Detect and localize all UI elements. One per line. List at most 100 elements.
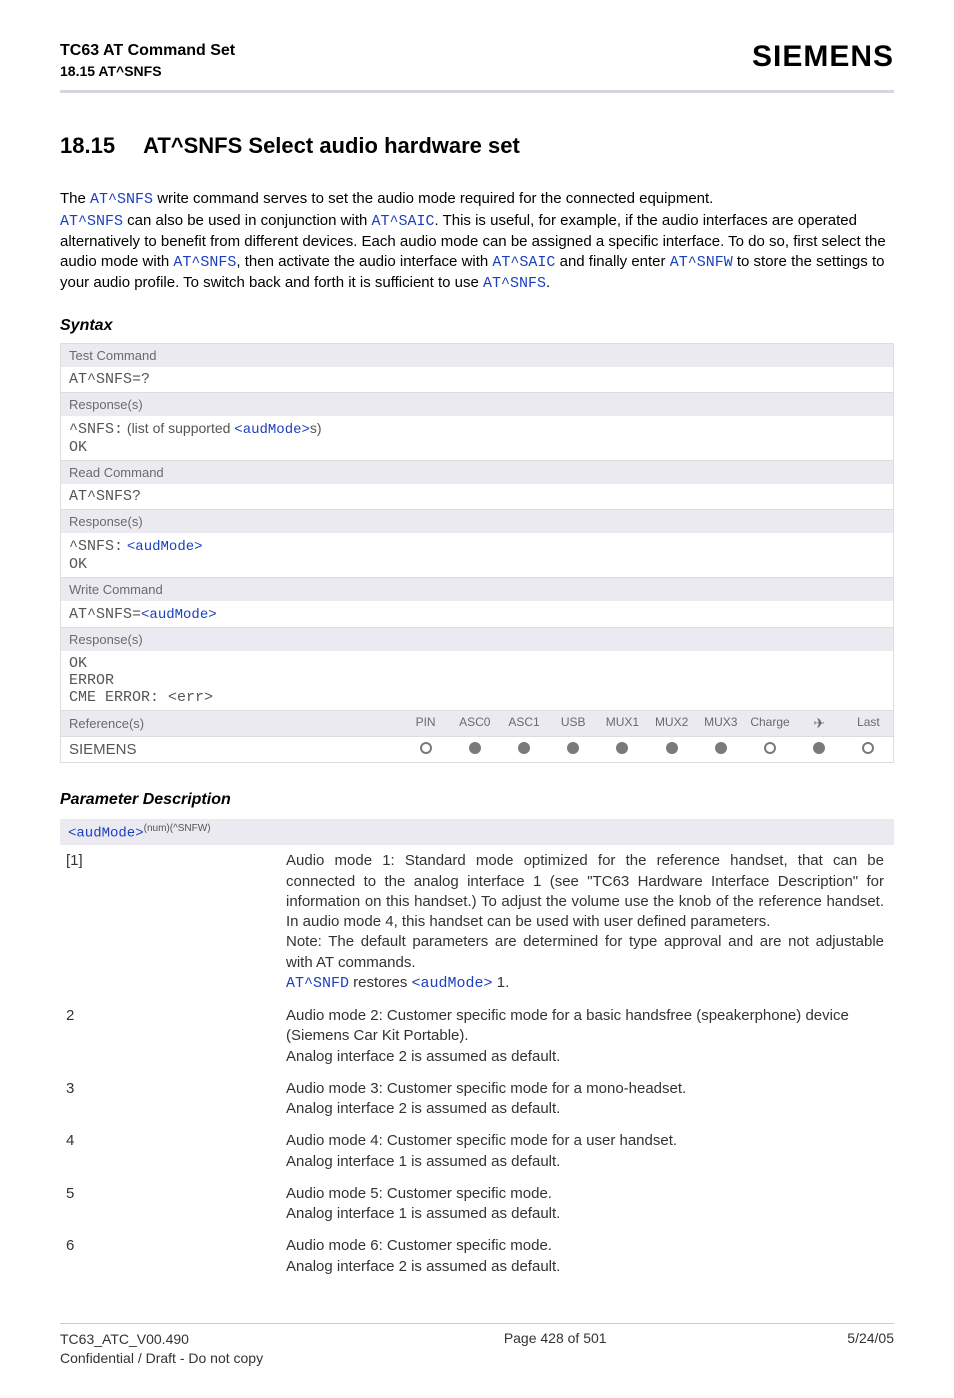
write-response-label: Response(s) xyxy=(61,628,893,651)
dot-filled-icon xyxy=(715,742,727,754)
ref-dot xyxy=(795,738,844,761)
test-command-label: Test Command xyxy=(61,344,893,367)
ref-dot xyxy=(844,738,893,761)
cmd-link-atsnfs[interactable]: AT^SNFS xyxy=(90,191,153,208)
resp-text: (list of supported xyxy=(123,420,234,436)
cmd-link-atsnfw[interactable]: AT^SNFW xyxy=(670,254,733,271)
cmd-link-atsaic[interactable]: AT^SAIC xyxy=(372,213,435,230)
header-divider xyxy=(60,90,894,93)
airplane-icon: ✈ xyxy=(795,711,844,736)
ref-dot xyxy=(499,738,548,761)
resp-text: s) xyxy=(310,420,322,436)
dot-filled-icon xyxy=(813,742,825,754)
cmd-link-atsnfs[interactable]: AT^SNFS xyxy=(60,213,123,230)
footer-left: TC63_ATC_V00.490 Confidential / Draft - … xyxy=(60,1330,263,1368)
ref-col-header: Charge xyxy=(745,711,794,736)
cmd-link-atsnfs[interactable]: AT^SNFS xyxy=(483,275,546,292)
param-header: <audMode>(num)(^SNFW) xyxy=(60,819,894,846)
dot-filled-icon xyxy=(616,742,628,754)
param-key: [1] xyxy=(60,845,280,1000)
reference-value-row: SIEMENS xyxy=(61,737,893,762)
dot-empty-icon xyxy=(764,742,776,754)
section-title-text: AT^SNFS Select audio hardware set xyxy=(143,133,520,158)
param-link-audmode[interactable]: <audMode> xyxy=(412,975,493,992)
param-link-audmode[interactable]: <audMode> xyxy=(127,539,203,555)
ref-dot xyxy=(647,738,696,761)
param-key: 6 xyxy=(60,1230,280,1283)
cmd-link-atsaic[interactable]: AT^SAIC xyxy=(492,254,555,271)
page-header: TC63 AT Command Set 18.15 AT^SNFS SIEMEN… xyxy=(60,40,894,80)
param-desc: Audio mode 1: Standard mode optimized fo… xyxy=(280,845,894,1000)
write-response: OK ERROR CME ERROR: <err> xyxy=(61,651,893,710)
intro-text: , then activate the audio interface with xyxy=(236,253,492,270)
write-command-label: Write Command xyxy=(61,578,893,601)
resp-prefix: ^SNFS: xyxy=(69,538,123,555)
footer-date: 5/24/05 xyxy=(847,1330,894,1368)
param-link-audmode[interactable]: <audMode> xyxy=(141,607,217,623)
read-response-label: Response(s) xyxy=(61,510,893,533)
read-command-label: Read Command xyxy=(61,461,893,484)
ref-dot xyxy=(450,738,499,761)
intro-text: . xyxy=(546,274,550,291)
param-row: 3Audio mode 3: Customer specific mode fo… xyxy=(60,1073,894,1126)
resp-error: ERROR xyxy=(69,672,114,689)
read-command: AT^SNFS? xyxy=(61,484,893,509)
param-key: 4 xyxy=(60,1125,280,1178)
reference-value: SIEMENS xyxy=(61,737,401,762)
param-link-audmode[interactable]: <audMode> xyxy=(234,422,310,438)
ref-col-header: USB xyxy=(549,711,598,736)
param-desc: Audio mode 3: Customer specific mode for… xyxy=(280,1073,894,1126)
syntax-box: Test Command AT^SNFS=? Response(s) ^SNFS… xyxy=(60,343,894,763)
intro-text: write command serves to set the audio mo… xyxy=(153,190,713,207)
page: TC63 AT Command Set 18.15 AT^SNFS SIEMEN… xyxy=(0,0,954,1398)
cmd-link-atsnfs[interactable]: AT^SNFS xyxy=(173,254,236,271)
param-key: 3 xyxy=(60,1073,280,1126)
test-response: ^SNFS: (list of supported <audMode>s) OK xyxy=(61,416,893,460)
footer-page-number: Page 428 of 501 xyxy=(504,1330,607,1368)
intro-paragraph: The AT^SNFS write command serves to set … xyxy=(60,189,894,294)
resp-prefix: ^SNFS: xyxy=(69,421,123,438)
dot-filled-icon xyxy=(567,742,579,754)
ref-dot xyxy=(598,738,647,761)
intro-text: and finally enter xyxy=(555,253,669,270)
dot-filled-icon xyxy=(518,742,530,754)
param-desc-heading: Parameter Description xyxy=(60,791,894,809)
doc-title: TC63 AT Command Set xyxy=(60,40,235,62)
ref-dot xyxy=(696,738,745,761)
param-table: [1]Audio mode 1: Standard mode optimized… xyxy=(60,845,894,1283)
footer-version: TC63_ATC_V00.490 xyxy=(60,1330,263,1349)
param-row: 6Audio mode 6: Customer specific mode.An… xyxy=(60,1230,894,1283)
ref-dot xyxy=(745,738,794,761)
param-row: [1]Audio mode 1: Standard mode optimized… xyxy=(60,845,894,1000)
test-command: AT^SNFS=? xyxy=(61,367,893,392)
param-desc: Audio mode 6: Customer specific mode.Ana… xyxy=(280,1230,894,1283)
test-response-label: Response(s) xyxy=(61,393,893,416)
cmd-link-atsnfd[interactable]: AT^SNFD xyxy=(286,975,349,992)
resp-ok: OK xyxy=(69,655,87,672)
dot-filled-icon xyxy=(666,742,678,754)
ref-dot xyxy=(401,738,450,761)
param-row: 4Audio mode 4: Customer specific mode fo… xyxy=(60,1125,894,1178)
param-name[interactable]: <audMode> xyxy=(68,825,144,841)
footer-confidential: Confidential / Draft - Do not copy xyxy=(60,1349,263,1368)
syntax-heading: Syntax xyxy=(60,317,894,335)
ref-col-header: MUX3 xyxy=(696,711,745,736)
intro-text: can also be used in conjunction with xyxy=(123,212,372,229)
param-desc: Audio mode 4: Customer specific mode for… xyxy=(280,1125,894,1178)
write-command: AT^SNFS=<audMode> xyxy=(61,601,893,627)
param-desc: Audio mode 5: Customer specific mode.Ana… xyxy=(280,1178,894,1231)
ref-col-header: MUX2 xyxy=(647,711,696,736)
brand-logo: SIEMENS xyxy=(752,40,894,74)
reference-dots xyxy=(401,738,893,761)
dot-empty-icon xyxy=(420,742,432,754)
ref-col-header: Last xyxy=(844,711,893,736)
section-title: 18.15AT^SNFS Select audio hardware set xyxy=(60,133,894,159)
ref-col-header: PIN xyxy=(401,711,450,736)
param-sup: (num)(^SNFW) xyxy=(144,823,211,834)
ref-col-header: ASC0 xyxy=(450,711,499,736)
ref-dot xyxy=(549,738,598,761)
resp-ok: OK xyxy=(69,439,87,456)
page-footer: TC63_ATC_V00.490 Confidential / Draft - … xyxy=(60,1323,894,1368)
reference-label: Reference(s) xyxy=(61,712,401,735)
reference-columns: PINASC0ASC1USBMUX1MUX2MUX3Charge✈Last xyxy=(401,711,893,736)
